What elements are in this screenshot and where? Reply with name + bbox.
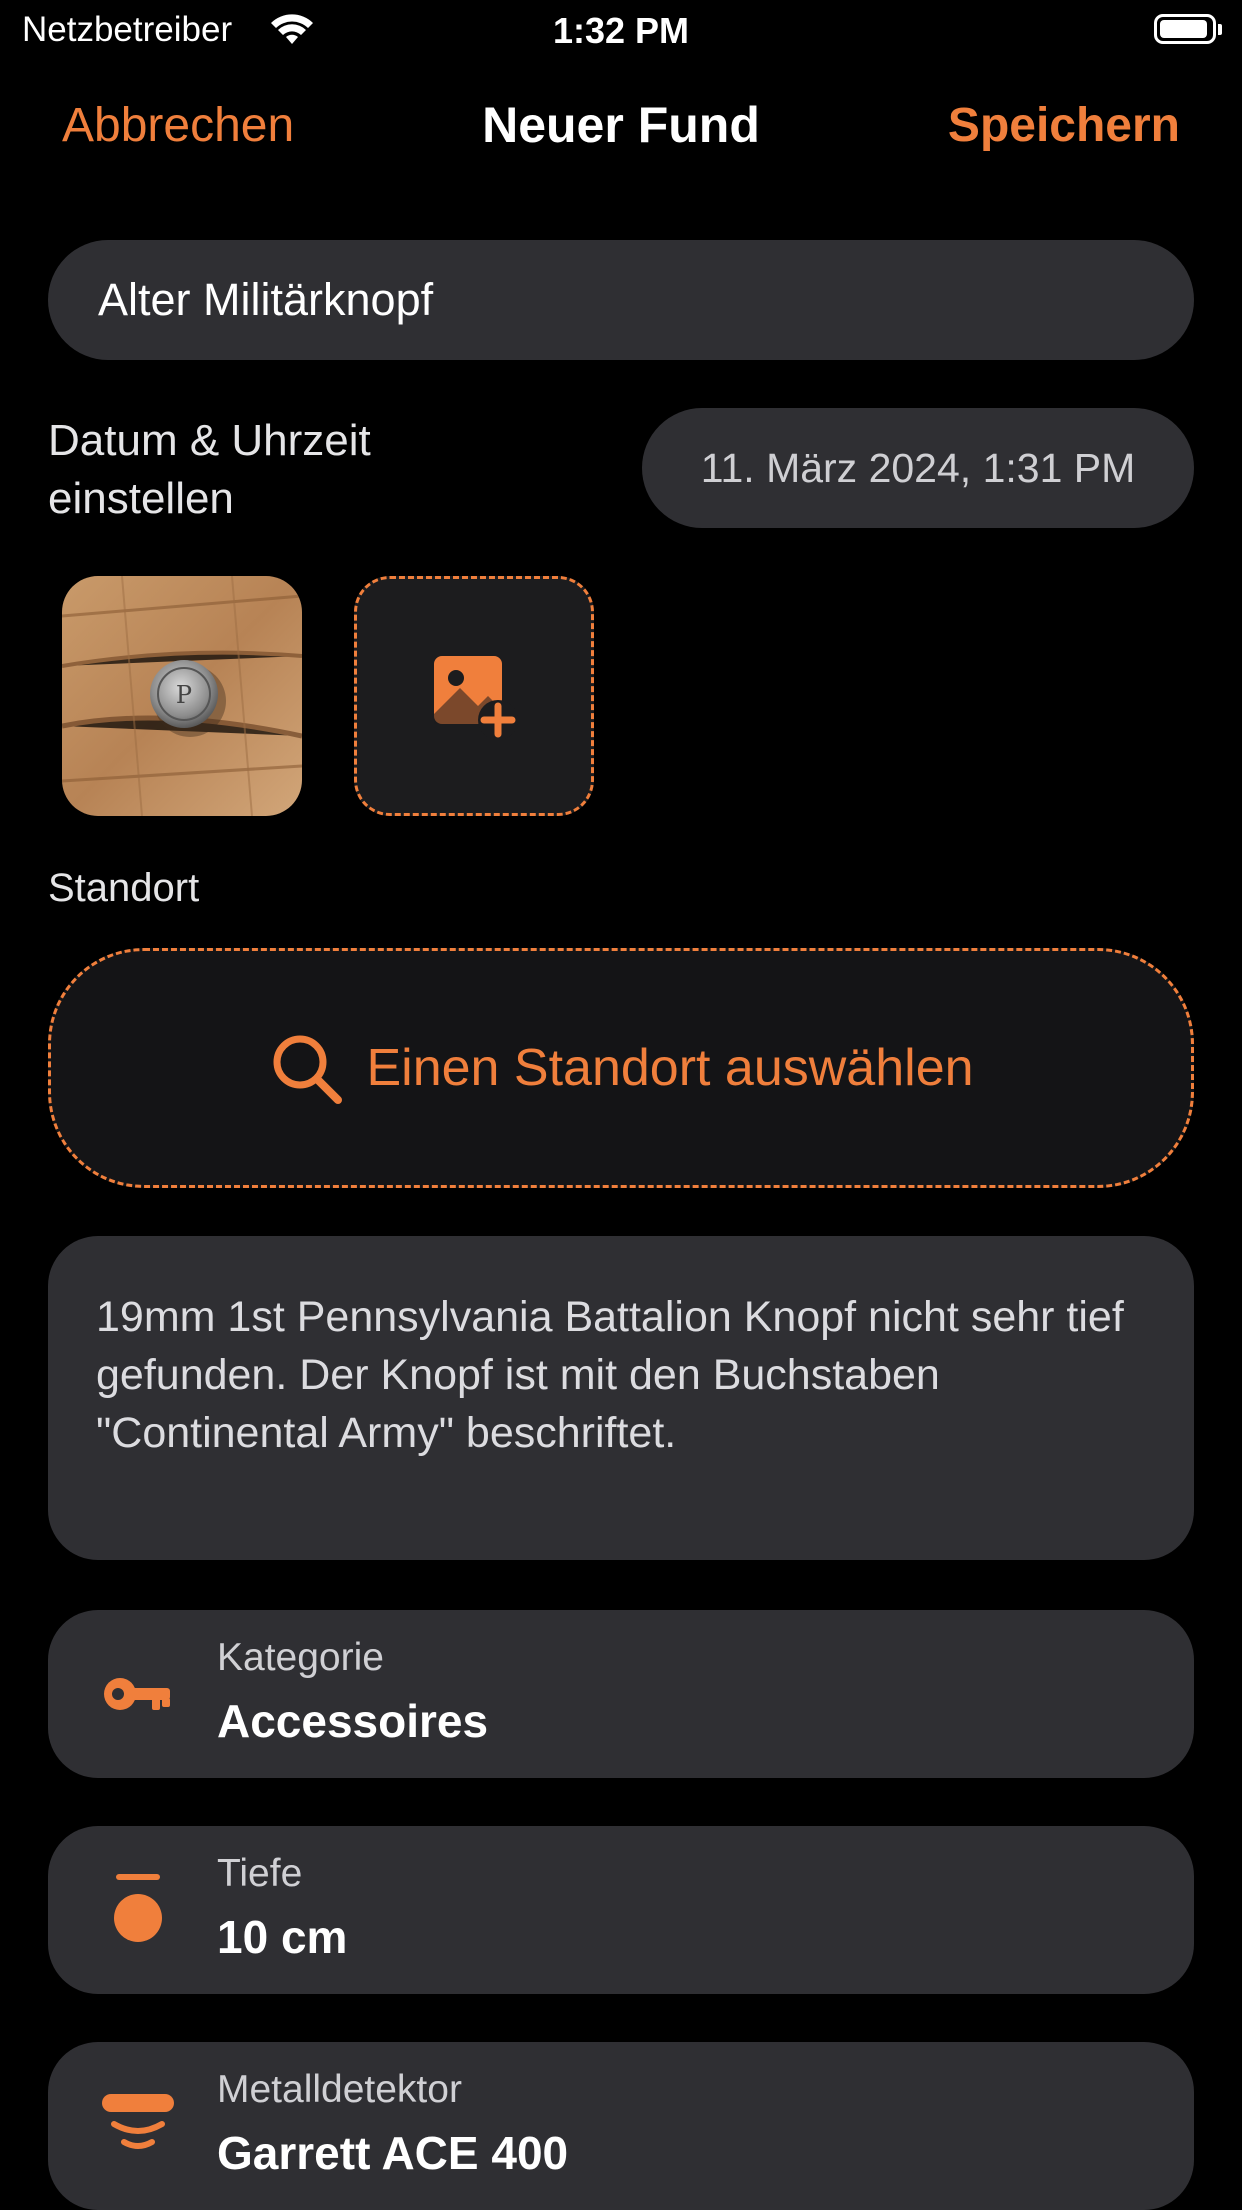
add-photo-button[interactable] <box>354 576 594 816</box>
detector-row[interactable]: Metalldetektor Garrett ACE 400 <box>48 2042 1194 2210</box>
date-time-label: Datum & Uhrzeit einstellen <box>48 416 371 523</box>
select-location-button[interactable]: Einen Standort auswählen <box>48 948 1194 1188</box>
category-value: Accessoires <box>217 1695 489 1747</box>
depth-icon <box>98 1870 178 1950</box>
search-icon <box>273 1035 343 1104</box>
add-photo-icon <box>434 656 518 740</box>
save-button[interactable]: Speichern <box>948 98 1180 153</box>
status-time: 1:32 PM <box>552 10 690 51</box>
battery-icon <box>1154 14 1216 44</box>
depth-value: 10 cm <box>217 1911 348 1963</box>
location-section-label: Standort <box>48 866 200 910</box>
notes-field[interactable]: 19mm 1st Pennsylvania Battalion Knopf ni… <box>48 1236 1194 1560</box>
date-value: 11. März 2024, 1:31 PM <box>700 444 1136 491</box>
battery-tip <box>1218 24 1222 35</box>
select-location-label: Einen Standort auswählen <box>366 1039 974 1097</box>
category-label: Kategorie <box>217 1636 384 1679</box>
battery-fill <box>1160 20 1208 38</box>
coin-photo-image: P <box>62 576 302 816</box>
svg-text:P: P <box>176 681 192 709</box>
find-title-value: Alter Militärknopf <box>98 274 434 325</box>
photo-thumbnail[interactable]: P <box>62 576 302 816</box>
depth-row[interactable]: Tiefe 10 cm <box>48 1826 1194 1994</box>
category-row[interactable]: Kategorie Accessoires <box>48 1610 1194 1778</box>
find-title-field[interactable]: Alter Militärknopf <box>48 240 1194 360</box>
detector-icon <box>98 2086 178 2166</box>
detector-value: Garrett ACE 400 <box>217 2127 569 2179</box>
depth-label: Tiefe <box>217 1852 303 1895</box>
notes-text: 19mm 1st Pennsylvania Battalion Knopf ni… <box>96 1293 1124 1457</box>
key-icon <box>98 1654 178 1734</box>
detector-label: Metalldetektor <box>217 2068 462 2111</box>
date-picker-button[interactable]: 11. März 2024, 1:31 PM <box>642 408 1194 528</box>
